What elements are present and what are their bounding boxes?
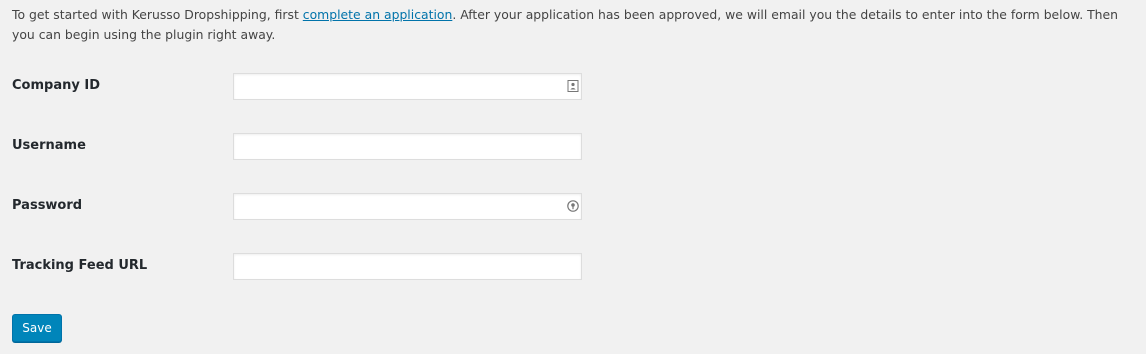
tracking-feed-url-label: Tracking Feed URL	[12, 258, 148, 273]
contact-card-icon[interactable]	[567, 80, 579, 92]
intro-text: To get started with Kerusso Dropshipping…	[12, 5, 1142, 45]
username-label: Username	[12, 138, 86, 153]
intro-text-before: To get started with Kerusso Dropshipping…	[12, 7, 303, 22]
tracking-feed-url-field[interactable]	[233, 253, 582, 280]
company-id-row: Company ID	[12, 73, 592, 101]
password-key-icon[interactable]	[567, 200, 579, 212]
company-id-label: Company ID	[12, 78, 100, 93]
username-row: Username	[12, 133, 592, 161]
save-button[interactable]: Save	[12, 314, 62, 342]
password-row: Password	[12, 193, 592, 221]
settings-page: To get started with Kerusso Dropshipping…	[0, 0, 1146, 354]
tracking-feed-url-row: Tracking Feed URL	[12, 253, 592, 281]
password-field[interactable]	[233, 193, 582, 220]
application-link[interactable]: complete an application	[303, 7, 453, 22]
username-field[interactable]	[233, 133, 582, 160]
company-id-field[interactable]	[233, 73, 582, 100]
password-label: Password	[12, 198, 83, 213]
